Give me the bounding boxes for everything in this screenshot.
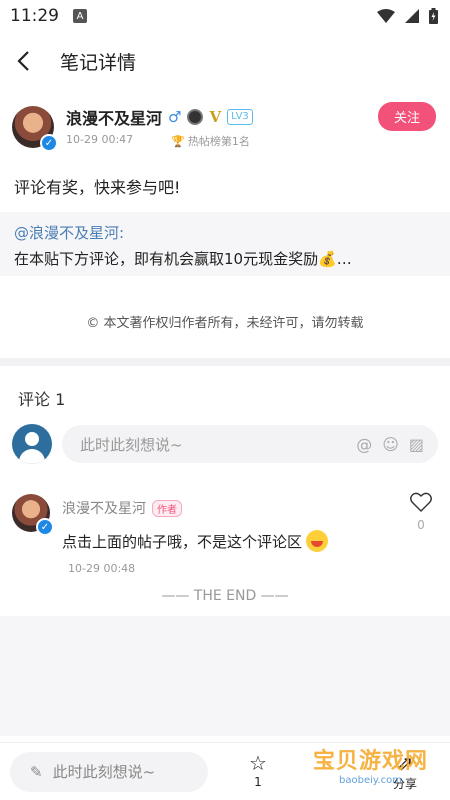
like-count: 0 <box>417 518 425 532</box>
comment-input-placeholder: 此时此刻想说~ <box>80 435 183 454</box>
page-title: 笔记详情 <box>60 51 137 74</box>
back-button[interactable] <box>16 47 44 75</box>
favorite-button[interactable]: ☆ 1 <box>249 751 267 792</box>
status-time: 11:29 <box>10 6 59 26</box>
watermark-title: 宝贝游戏网 <box>312 749 428 774</box>
comment-input[interactable]: 此时此刻想说~ @ ☺ ▨ <box>62 425 438 463</box>
hot-rank[interactable]: 🏆 热帖榜第1名 <box>171 133 250 149</box>
like-button[interactable]: 0 <box>410 492 432 532</box>
notification-a-icon: A <box>73 9 87 23</box>
bottom-comment-input[interactable]: ✎ 此时此刻想说~ <box>10 751 208 792</box>
commenter-avatar[interactable]: ✓ <box>12 494 54 536</box>
comment-text-row: 点击上面的帖子哦，不是这个评论区 <box>62 530 438 552</box>
watermark: 宝贝游戏网 baobeiy.com <box>313 743 428 786</box>
verified-badge-icon: ✓ <box>40 134 58 152</box>
comments-header: 评论 1 <box>18 390 66 409</box>
image-icon[interactable]: ▨ <box>409 435 424 454</box>
bottom-spacer <box>0 616 450 736</box>
verified-badge-icon: ✓ <box>36 518 54 536</box>
follow-button[interactable]: 关注 <box>377 102 436 131</box>
hot-rank-label: 热帖榜第1名 <box>187 135 250 148</box>
post-date: 10-29 00:47 <box>66 133 134 146</box>
bottom-input-placeholder: 此时此刻想说~ <box>52 763 156 781</box>
back-arrow-icon <box>17 51 29 71</box>
level-badge: LV3 <box>227 109 253 125</box>
male-icon: ♂ <box>168 108 182 126</box>
grin-emoji-icon <box>306 530 329 552</box>
user-avatar[interactable] <box>12 424 52 464</box>
divider <box>0 358 450 366</box>
trophy-icon: 🏆 <box>171 134 185 148</box>
quote-mention[interactable]: @浪漫不及星河: <box>14 222 436 243</box>
comment-time: 10-29 00:48 <box>68 562 136 575</box>
favorite-count: 1 <box>254 775 262 789</box>
watermark-url: baobeiy.com <box>339 775 402 786</box>
battery-icon <box>429 8 438 24</box>
quote-box[interactable]: @浪漫不及星河: 在本贴下方评论，即有机会赢取10元现金奖励💰… <box>0 212 450 276</box>
the-end-marker: —— THE END —— <box>161 588 289 604</box>
status-bar: 11:29 A <box>0 0 450 32</box>
author-tag: 作者 <box>152 499 182 517</box>
comment-input-row: 此时此刻想说~ @ ☺ ▨ <box>0 422 450 466</box>
author-avatar[interactable]: ✓ <box>12 106 58 152</box>
wifi-icon <box>377 9 395 23</box>
emoji-icon[interactable]: ☺ <box>382 435 399 454</box>
quote-body: 在本贴下方评论，即有机会赢取10元现金奖励💰… <box>14 250 352 268</box>
vip-badge: V <box>209 108 222 126</box>
star-icon: ☆ <box>249 751 267 775</box>
comment-item: ✓ 浪漫不及星河 作者 点击上面的帖子哦，不是这个评论区 10-29 00:48… <box>0 466 450 576</box>
commenter-name[interactable]: 浪漫不及星河 <box>62 498 146 518</box>
signal-icon <box>405 9 419 23</box>
at-icon[interactable]: @ <box>356 435 372 454</box>
author-name[interactable]: 浪漫不及星河 <box>66 105 162 129</box>
top-nav: 笔记详情 <box>0 32 450 90</box>
heart-icon <box>410 492 432 512</box>
medal-icon <box>187 109 204 125</box>
copyright-notice: © 本文著作权归作者所有，未经许可，请勿转载 <box>86 316 364 331</box>
pencil-icon: ✎ <box>30 762 43 781</box>
author-row: ✓ 浪漫不及星河 ♂ V LV3 10-29 00:47 🏆 热帖榜第1名 关注 <box>0 90 450 154</box>
comment-text: 点击上面的帖子哦，不是这个评论区 <box>62 532 303 551</box>
post-text: 评论有奖，快来参与吧! <box>14 178 181 197</box>
